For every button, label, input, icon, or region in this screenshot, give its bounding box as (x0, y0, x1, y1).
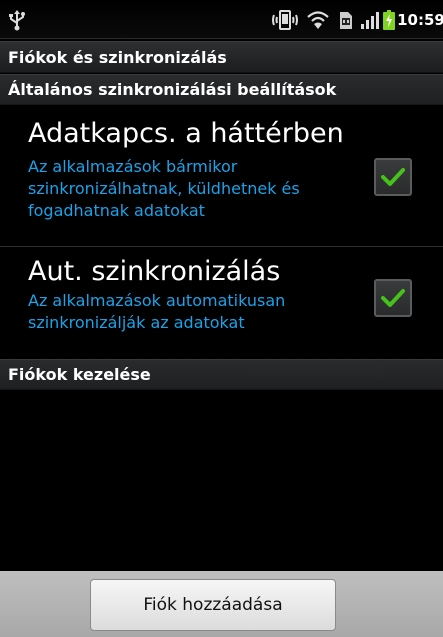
background-data-title: Adatkapcs. a háttérben (28, 118, 344, 149)
status-time: 10:59 (397, 10, 443, 29)
manage-accounts-section-header: Fiókok kezelése (0, 359, 443, 390)
wifi-icon (306, 0, 330, 39)
auto-sync-checkbox[interactable] (374, 279, 412, 317)
sd-card-icon (339, 0, 353, 39)
general-sync-section-header: Általános szinkronizálási beállítások (0, 74, 443, 105)
vibrate-icon (272, 0, 298, 39)
background-data-checkbox[interactable] (374, 158, 412, 196)
status-bar: 10:59 (0, 0, 443, 39)
divider (0, 246, 443, 247)
signal-icon (360, 0, 380, 39)
auto-sync-summary: Az alkalmazások automatikusan szinkroniz… (28, 291, 286, 332)
usb-icon (9, 0, 25, 39)
bottom-bar: Fiók hozzáadása (0, 571, 443, 637)
add-account-button[interactable]: Fiók hozzáadása (90, 579, 336, 631)
checkmark-icon (381, 289, 405, 307)
background-data-summary: Az alkalmazások bármikor szinkronizálhat… (28, 157, 300, 220)
screen-title: Fiókok és szinkronizálás (0, 41, 443, 73)
checkmark-icon (381, 168, 405, 186)
battery-charging-icon (383, 0, 395, 39)
